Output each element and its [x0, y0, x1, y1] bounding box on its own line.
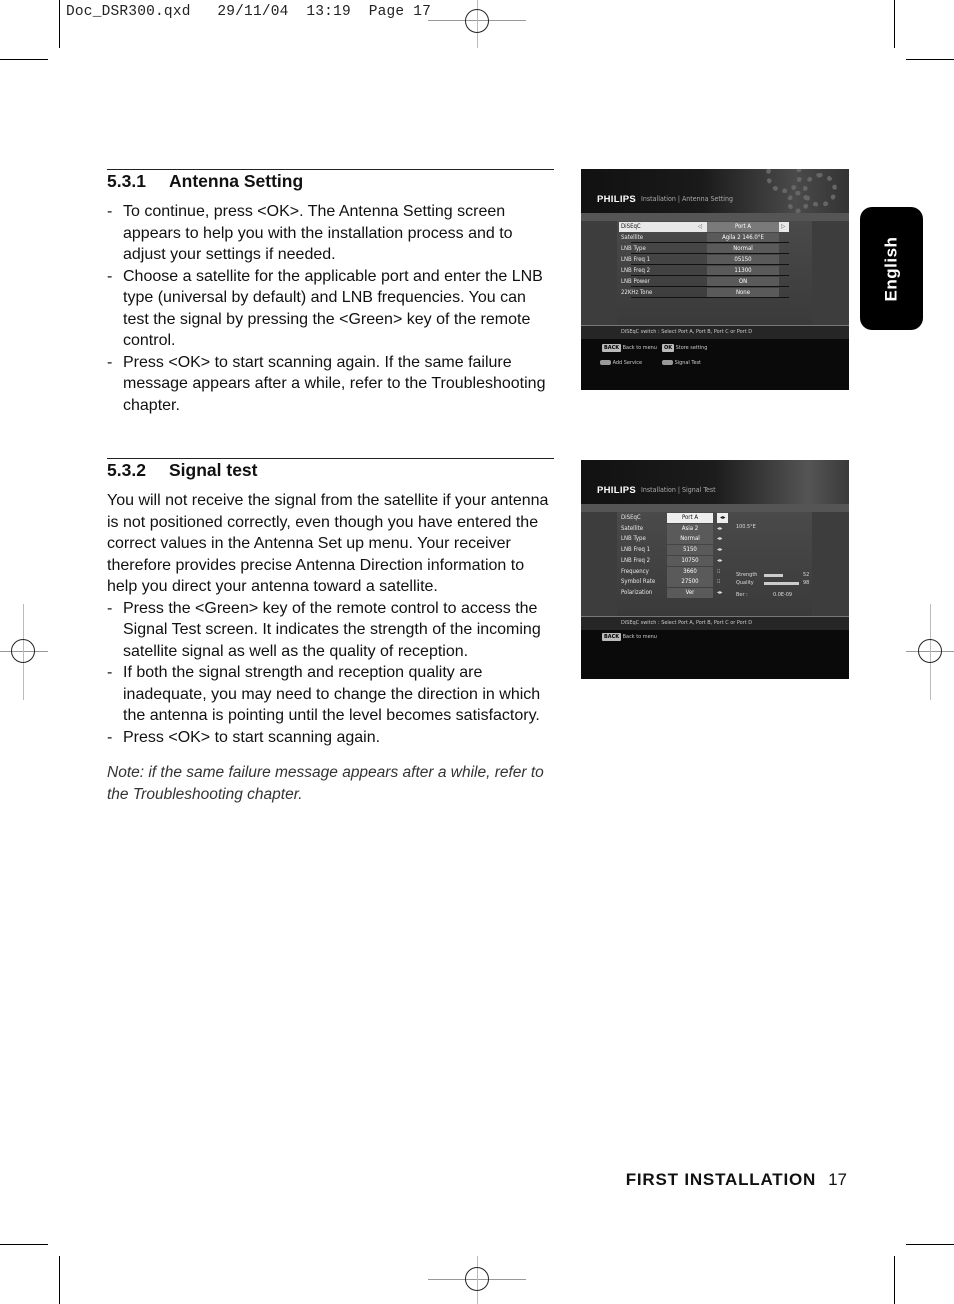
screen-header — [581, 460, 849, 504]
left-right-arrow-icon[interactable]: ◂▸ — [717, 513, 729, 523]
section-heading: 5.3.1 Antenna Setting — [107, 170, 554, 192]
ber-label: Ber : — [736, 592, 748, 598]
list-item: - To continue, press <OK>. The Antenna Se… — [107, 203, 513, 263]
screen-hint: DiSEqC switch : Select Port A, Port B, P… — [581, 325, 849, 339]
setting-row-satellite[interactable]: Satellite Agila 2 146.0°E — [619, 233, 789, 243]
language-tab: English — [860, 207, 923, 330]
screen-footer: BACK Back to menu — [581, 630, 849, 679]
setting-row-lnb-freq-1[interactable]: LNB Freq 1 5150 ◂▸ — [619, 545, 729, 556]
note: Note: if the same failure message appear… — [107, 764, 544, 803]
screen-header — [581, 169, 849, 213]
ber-value: 0.0E-09 — [773, 592, 793, 598]
crop-mark — [894, 1256, 895, 1304]
gear-icon — [766, 169, 802, 193]
section-title: Antenna Setting — [169, 171, 304, 191]
position-readout: 100.5°E — [736, 524, 756, 530]
setting-row-polarization[interactable]: Polarization Ver ◂▸ — [619, 587, 729, 598]
back-label: Back to menu — [622, 345, 657, 351]
registration-mark-bottom — [428, 1256, 526, 1304]
crop-mark — [59, 0, 60, 48]
registration-mark-top — [428, 0, 526, 48]
setting-row-22khz-tone[interactable]: 22KHz Tone None — [619, 288, 789, 298]
back-label: Back to menu — [622, 634, 657, 640]
gear-icon — [787, 191, 809, 213]
slug-date: 29/11/04 — [217, 4, 289, 20]
quality-label: Quality — [736, 580, 754, 586]
green-key-icon[interactable] — [600, 360, 611, 365]
setting-row-lnb-type[interactable]: LNB Type Normal — [619, 244, 789, 254]
page-footer: FIRST INSTALLATION 17 — [626, 1170, 847, 1190]
screen-breadcrumb: Installation | Antenna Setting — [641, 195, 734, 203]
footer-section: FIRST INSTALLATION — [625, 1170, 817, 1189]
numeric-entry-icon[interactable]: ⁝⁝ — [717, 567, 720, 577]
numeric-entry-icon[interactable]: ⁝⁝ — [717, 577, 720, 587]
left-right-arrow-icon[interactable]: ◂▸ — [717, 556, 722, 566]
left-right-arrow-icon[interactable]: ◂▸ — [717, 588, 722, 598]
green-key-icon[interactable] — [662, 360, 673, 365]
screen-hint: DiSEqC switch : Select Port A, Port B, P… — [581, 616, 849, 630]
crop-mark — [894, 0, 895, 48]
arrow-right-icon[interactable]: ▷ — [781, 222, 785, 232]
section-title: Signal test — [169, 460, 258, 480]
section-signal-test: 5.3.2 Signal test You will not receive t… — [107, 458, 554, 806]
left-right-arrow-icon[interactable]: ◂▸ — [717, 534, 722, 544]
setting-row-diseqc[interactable]: DiSEqC ◁ Port A ▷ — [619, 222, 789, 232]
language-label: English — [881, 236, 901, 301]
screen-footer: BACK Back to menu OK Store setting Add S… — [581, 339, 849, 390]
section-number: 5.3.2 — [107, 460, 146, 480]
setting-row-lnb-freq-2[interactable]: LNB Freq 2 10750 ◂▸ — [619, 555, 729, 566]
setting-row-lnb-type[interactable]: LNB Type Normal ◂▸ — [619, 534, 729, 545]
strength-label: Strength — [736, 572, 758, 578]
brand-logo: PHILIPS — [597, 485, 637, 496]
list-item: - Press <OK> to start scanning again. — [107, 728, 381, 746]
list-item: - If both the signal strength and recepti… — [107, 664, 541, 724]
crop-mark — [0, 1244, 48, 1245]
signal-test-screenshot: PHILIPS Installation | Signal Test DiSEq… — [581, 460, 849, 679]
slug-page: Page 17 — [368, 4, 432, 20]
screen-breadcrumb: Installation | Signal Test — [641, 486, 716, 494]
signal-test-label: Signal Test — [674, 360, 702, 366]
registration-mark-right — [906, 604, 954, 700]
setting-row-symbol-rate[interactable]: Symbol Rate 27500 ⁝⁝ — [619, 577, 729, 588]
back-key[interactable]: BACK — [602, 344, 622, 352]
add-service-label: Add Service — [612, 360, 643, 366]
print-slug: Doc_DSR300.qxd 29/11/04 13:19 Page 17 — [66, 4, 431, 20]
back-key[interactable]: BACK — [602, 633, 622, 641]
page-number: 17 — [828, 1170, 847, 1189]
strength-bar — [764, 574, 783, 577]
list-item: - Press the <Green> key of the remote con… — [107, 599, 541, 660]
setting-row-satellite[interactable]: Satellite Asia 2 ◂▸ — [619, 523, 729, 534]
slug-filename: Doc_DSR300.qxd — [66, 4, 191, 20]
ok-label: Store setting — [675, 345, 708, 351]
intro-paragraph: You will not receive the signal from the… — [107, 492, 549, 595]
strength-value: 52 — [803, 572, 810, 578]
slug-time: 13:19 — [306, 4, 351, 20]
brand-logo: PHILIPS — [597, 194, 637, 205]
section-antenna-setting: 5.3.1 Antenna Setting - To continue, pres… — [107, 169, 554, 416]
setting-row-frequency[interactable]: Frequency 3660 ⁝⁝ — [619, 566, 729, 577]
crop-mark — [906, 1244, 954, 1245]
list-item: - Choose a satellite for the applicable p… — [107, 267, 543, 350]
crop-mark — [0, 59, 48, 60]
crop-mark — [906, 59, 954, 60]
list-item: - Press <OK> to start scanning again. If … — [107, 353, 546, 414]
setting-row-lnb-freq-1[interactable]: LNB Freq 1 05150 — [619, 255, 789, 265]
left-right-arrow-icon[interactable]: ◂▸ — [717, 524, 722, 534]
quality-bar — [764, 582, 800, 585]
section-number: 5.3.1 — [107, 171, 146, 191]
antenna-setting-screenshot: PHILIPS Installation | Antenna Setting D… — [581, 169, 849, 390]
setting-row-diseqc[interactable]: DiSEqC Port A ◂▸ — [619, 513, 729, 523]
crop-mark — [59, 1256, 60, 1304]
ok-key[interactable]: OK — [662, 344, 675, 352]
setting-row-lnb-power[interactable]: LNB Power ON — [619, 277, 789, 287]
quality-value: 98 — [803, 580, 810, 586]
setting-row-lnb-freq-2[interactable]: LNB Freq 2 11300 — [619, 266, 789, 276]
section-heading: 5.3.2 Signal test — [107, 459, 554, 481]
registration-mark-left — [0, 604, 48, 700]
arrow-left-icon[interactable]: ◁ — [698, 222, 702, 232]
left-right-arrow-icon[interactable]: ◂▸ — [717, 545, 722, 555]
